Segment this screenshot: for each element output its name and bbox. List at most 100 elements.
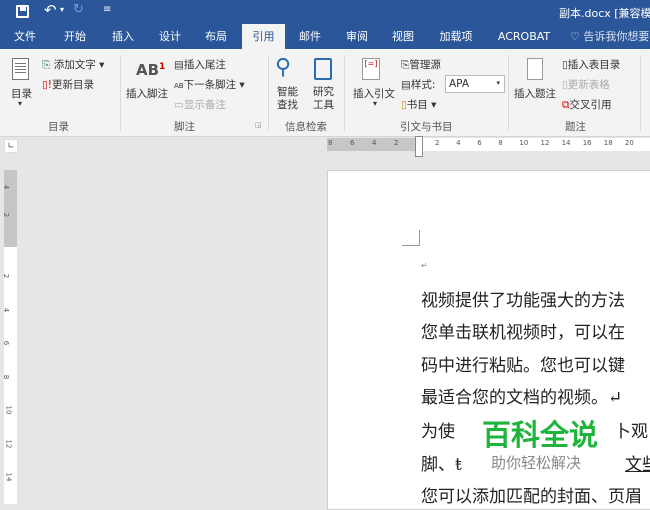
- vertical-ruler[interactable]: [4, 170, 17, 504]
- group-separator: [508, 55, 509, 131]
- tab-file[interactable]: 文件: [6, 24, 44, 49]
- group-label-captions: 题注: [565, 121, 586, 133]
- smart-lookup-icon: ⚲: [275, 55, 292, 80]
- ruler-label: 4: [2, 184, 11, 190]
- margin-corner-mark: [402, 230, 420, 246]
- watermark: 百科全说 助你轻松解决: [470, 408, 612, 476]
- doc-line[interactable]: 为使: [421, 417, 455, 442]
- group-separator: [120, 55, 121, 131]
- cross-reference-button[interactable]: ⧉交叉引用: [562, 97, 612, 112]
- save-icon[interactable]: [16, 5, 29, 18]
- ruler-label: 12: [4, 439, 13, 448]
- window-title: 副本.docx [兼容模式]: [559, 7, 650, 20]
- group-label-toc: 目录: [48, 121, 69, 133]
- footnote-dialog-launcher[interactable]: ◲: [255, 121, 262, 129]
- cross-reference-icon: ⧉: [562, 99, 570, 111]
- doc-line[interactable]: 视频提供了功能强大的方法: [421, 286, 625, 311]
- paragraph-mark: ↵: [421, 261, 428, 270]
- toc-dropdown-icon[interactable]: ▾: [18, 99, 22, 108]
- ruler-label: 14: [561, 139, 571, 147]
- ruler-label: 4: [456, 139, 461, 147]
- show-notes-button[interactable]: ▭显示备注: [174, 97, 226, 112]
- next-footnote-icon: AB: [174, 82, 184, 90]
- group-separator: [268, 55, 269, 131]
- ruler-label: 2: [394, 139, 399, 147]
- insert-endnote-button[interactable]: ▤插入尾注: [174, 57, 226, 72]
- tab-insert[interactable]: 插入: [103, 24, 143, 49]
- bibliography-button[interactable]: ▯书目 ▾: [401, 97, 436, 112]
- ruler-label: 18: [603, 139, 613, 147]
- ribbon-tabs: 文件 开始 插入 设计 布局 引用 邮件 审阅 视图 加载项 ACROBAT ♡…: [0, 24, 650, 68]
- tab-review[interactable]: 审阅: [337, 24, 377, 49]
- insert-footnote-icon: AB1: [136, 61, 166, 79]
- doc-line-tail[interactable]: 卜观: [614, 417, 648, 442]
- chevron-down-icon: ▾: [496, 79, 500, 87]
- group-label-citations: 引文与书目: [400, 121, 453, 133]
- insert-caption-button[interactable]: 插入题注: [514, 86, 556, 101]
- undo-icon[interactable]: ↶: [44, 1, 57, 19]
- title-bar: ↶ ▾ ↻ ≡ 副本.docx [兼容模式]: [0, 0, 650, 24]
- update-toc-button[interactable]: ▯!更新目录: [42, 77, 94, 92]
- style-label: ▤样式:: [401, 79, 436, 91]
- insert-citation-icon: [=]: [362, 58, 380, 80]
- ruler-label: 10: [519, 139, 529, 147]
- doc-line[interactable]: 您可以添加匹配的封面、页眉: [421, 482, 642, 507]
- tell-me-box[interactable]: ♡ 告诉我你想要做什么: [570, 24, 650, 68]
- manage-sources-button[interactable]: ⎘管理源: [401, 57, 441, 72]
- ruler-label: 4: [372, 139, 377, 147]
- group-separator: [640, 55, 641, 131]
- insert-citation-dropdown-icon[interactable]: ▾: [373, 99, 377, 108]
- ruler-label: 6: [2, 340, 11, 346]
- ruler-label: 2: [2, 273, 11, 279]
- insert-footnote-button[interactable]: 插入脚注: [126, 86, 168, 101]
- ruler-label: 6: [350, 139, 355, 147]
- ruler-label: 4: [2, 307, 11, 312]
- doc-line[interactable]: 您单击联机视频时，可以在: [421, 318, 625, 343]
- researcher-button[interactable]: 研究 工具: [313, 86, 334, 112]
- tab-home[interactable]: 开始: [55, 24, 95, 49]
- ruler-label: 16: [582, 139, 592, 147]
- tab-view[interactable]: 视图: [383, 24, 423, 49]
- style-icon: ▤: [401, 79, 411, 91]
- watermark-title: 百科全说: [482, 418, 599, 452]
- lightbulb-icon: ♡: [570, 30, 584, 43]
- doc-line[interactable]: 最适合您的文档的视频。↵: [421, 383, 622, 408]
- tab-layout[interactable]: 布局: [196, 24, 236, 49]
- customize-toolbar-icon[interactable]: ≡: [103, 4, 111, 15]
- ruler-label: 8: [328, 139, 333, 147]
- ruler-label: 6: [477, 139, 482, 147]
- update-table-button[interactable]: ▯更新表格: [562, 77, 610, 92]
- insert-table-of-figures-button[interactable]: ▯插入表目录: [562, 57, 620, 72]
- doc-line[interactable]: 脚、ŧ: [421, 450, 462, 475]
- redo-icon[interactable]: ↻: [73, 2, 84, 17]
- ruler-label: 10: [4, 405, 13, 415]
- ruler-label: 14: [4, 472, 13, 482]
- citation-style-select[interactable]: APA ▾: [445, 75, 505, 93]
- group-separator: [344, 55, 345, 131]
- group-label-footnotes: 脚注: [174, 121, 195, 133]
- ruler-label: 8: [2, 374, 11, 379]
- show-notes-icon: ▭: [174, 99, 184, 111]
- tab-stop-selector[interactable]: ∟: [4, 139, 18, 153]
- tab-mailings[interactable]: 邮件: [290, 24, 330, 49]
- watermark-subtitle: 助你轻松解决: [491, 454, 582, 472]
- doc-line-tail[interactable]: 文些: [625, 450, 650, 475]
- endnote-icon: ▤: [174, 59, 184, 71]
- ruler-label: 20: [624, 139, 634, 147]
- tab-references[interactable]: 引用: [242, 24, 285, 49]
- toc-icon: [12, 58, 29, 80]
- smart-lookup-button[interactable]: 智能 查找: [277, 86, 298, 112]
- next-footnote-button[interactable]: AB下一条脚注 ▾: [174, 77, 245, 92]
- ruler-label: 2: [435, 139, 440, 147]
- ruler-label: 12: [540, 139, 550, 147]
- tab-addins[interactable]: 加载项: [432, 24, 480, 49]
- indent-marker[interactable]: [415, 136, 423, 157]
- undo-dropdown-icon[interactable]: ▾: [60, 5, 64, 14]
- tab-design[interactable]: 设计: [150, 24, 190, 49]
- insert-caption-icon: [527, 58, 543, 80]
- tab-acrobat[interactable]: ACROBAT: [492, 24, 556, 49]
- researcher-icon: [314, 58, 332, 80]
- doc-line[interactable]: 码中进行粘贴。您也可以键: [421, 351, 625, 376]
- add-text-button[interactable]: ⎘ 添加文字 ▾: [42, 57, 104, 72]
- add-text-icon: ⎘: [42, 59, 51, 71]
